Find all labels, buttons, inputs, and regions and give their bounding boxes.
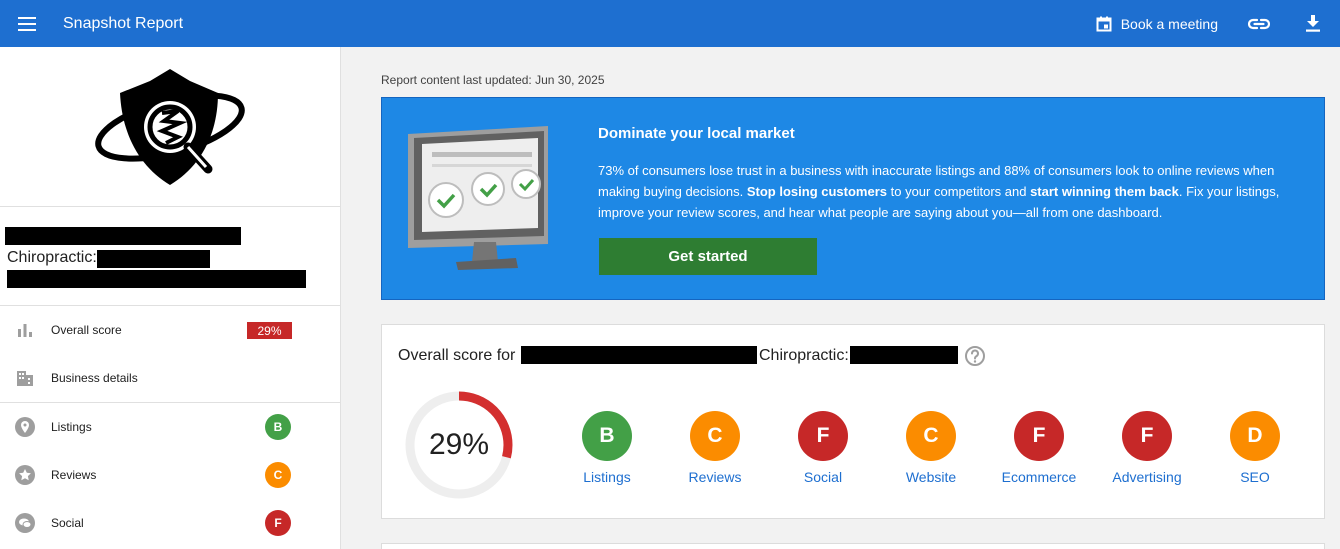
chat-bubble-icon (14, 512, 36, 534)
business-info: Chiropractic: (0, 207, 340, 306)
star-icon (14, 464, 36, 486)
grade-label: Social (803, 469, 843, 485)
grade-circle: C (690, 411, 740, 461)
help-icon[interactable] (964, 345, 986, 367)
top-actions: Book a meeting (1082, 0, 1340, 47)
nav-listings[interactable]: Listings B (0, 403, 340, 451)
book-meeting-button[interactable]: Book a meeting (1082, 0, 1232, 47)
link-icon[interactable] (1232, 0, 1286, 47)
promo-banner: Dominate your local market 73% of consum… (381, 97, 1325, 300)
promo-text-bold: Stop losing customers (746, 184, 887, 199)
nav-listings-label: Listings (51, 420, 92, 434)
nav-social-label: Social (51, 516, 84, 530)
download-icon[interactable] (1286, 0, 1340, 47)
grade-circle: F (798, 411, 848, 461)
grade-advertising[interactable]: F Advertising (1102, 411, 1192, 485)
grade-circle: B (582, 411, 632, 461)
location-pin-icon (14, 416, 36, 438)
promo-title: Dominate your local market (598, 125, 795, 142)
redacted-business-address (7, 270, 306, 288)
grade-listings[interactable]: B Listings (562, 411, 652, 485)
building-icon (14, 367, 36, 389)
get-started-button[interactable]: Get started (599, 238, 817, 275)
calendar-icon (1096, 16, 1112, 31)
nav-overall-score-label: Overall score (51, 323, 122, 337)
nav-social[interactable]: Social F (0, 499, 340, 547)
grade-circle: F (1014, 411, 1064, 461)
grade-seo[interactable]: D SEO (1210, 411, 1300, 485)
grade-reviews[interactable]: C Reviews (670, 411, 760, 485)
main-content: Report content last updated: Jun 30, 202… (341, 47, 1340, 549)
menu-icon[interactable] (0, 0, 54, 47)
sidebar: Chiropractic: Overall score 29% Business… (0, 47, 341, 549)
nav-reviews[interactable]: Reviews C (0, 451, 340, 499)
redacted-business-category (97, 250, 210, 268)
grade-label: Listings (583, 469, 631, 485)
overall-score-percent: 29% (428, 428, 490, 461)
app-title: Snapshot Report (63, 14, 184, 32)
monitor-illustration-icon (408, 126, 548, 270)
grade-social[interactable]: F Social (778, 411, 868, 485)
nav-business-details-label: Business details (51, 371, 138, 385)
redacted-business-category (850, 346, 958, 364)
grade-circle: D (1230, 411, 1280, 461)
promo-text-bold: start winning them back (1030, 184, 1179, 199)
redacted-business-name (521, 346, 757, 364)
nav-reviews-label: Reviews (51, 468, 97, 482)
nav-overall-score[interactable]: Overall score 29% (0, 306, 340, 354)
grade-label: Reviews (688, 469, 742, 485)
grade-label: SEO (1240, 469, 1270, 485)
grade-label: Advertising (1112, 469, 1182, 485)
overall-score-badge: 29% (247, 322, 292, 339)
promo-description: 73% of consumers lose trust in a busines… (598, 160, 1298, 223)
social-grade-badge: F (265, 510, 291, 536)
grade-label: Ecommerce (1001, 469, 1077, 485)
overall-score-card: Overall score for Chiropractic: 29% B Lis… (381, 324, 1325, 519)
book-meeting-label: Book a meeting (1120, 15, 1218, 32)
promo-text-part: to your competitors and (887, 184, 1031, 199)
grade-circle: C (906, 411, 956, 461)
grade-ecommerce[interactable]: F Ecommerce (994, 411, 1084, 485)
grade-circle: F (1122, 411, 1172, 461)
overall-score-title: Overall score for (398, 347, 516, 364)
grade-label: Website (905, 469, 957, 485)
next-section-card (381, 543, 1325, 549)
nav-business-details[interactable]: Business details (0, 354, 340, 402)
listings-grade-badge: B (265, 414, 291, 440)
bar-chart-icon (14, 319, 36, 341)
reviews-grade-badge: C (265, 462, 291, 488)
grade-website[interactable]: C Website (886, 411, 976, 485)
last-updated-text: Report content last updated: Jun 30, 202… (381, 73, 605, 87)
top-app-bar: Snapshot Report Book a meeting (0, 0, 1340, 47)
business-logo (0, 47, 340, 207)
redacted-business-name (5, 227, 241, 245)
overall-score-category: Chiropractic: (759, 347, 849, 364)
business-category: Chiropractic: (7, 249, 97, 266)
